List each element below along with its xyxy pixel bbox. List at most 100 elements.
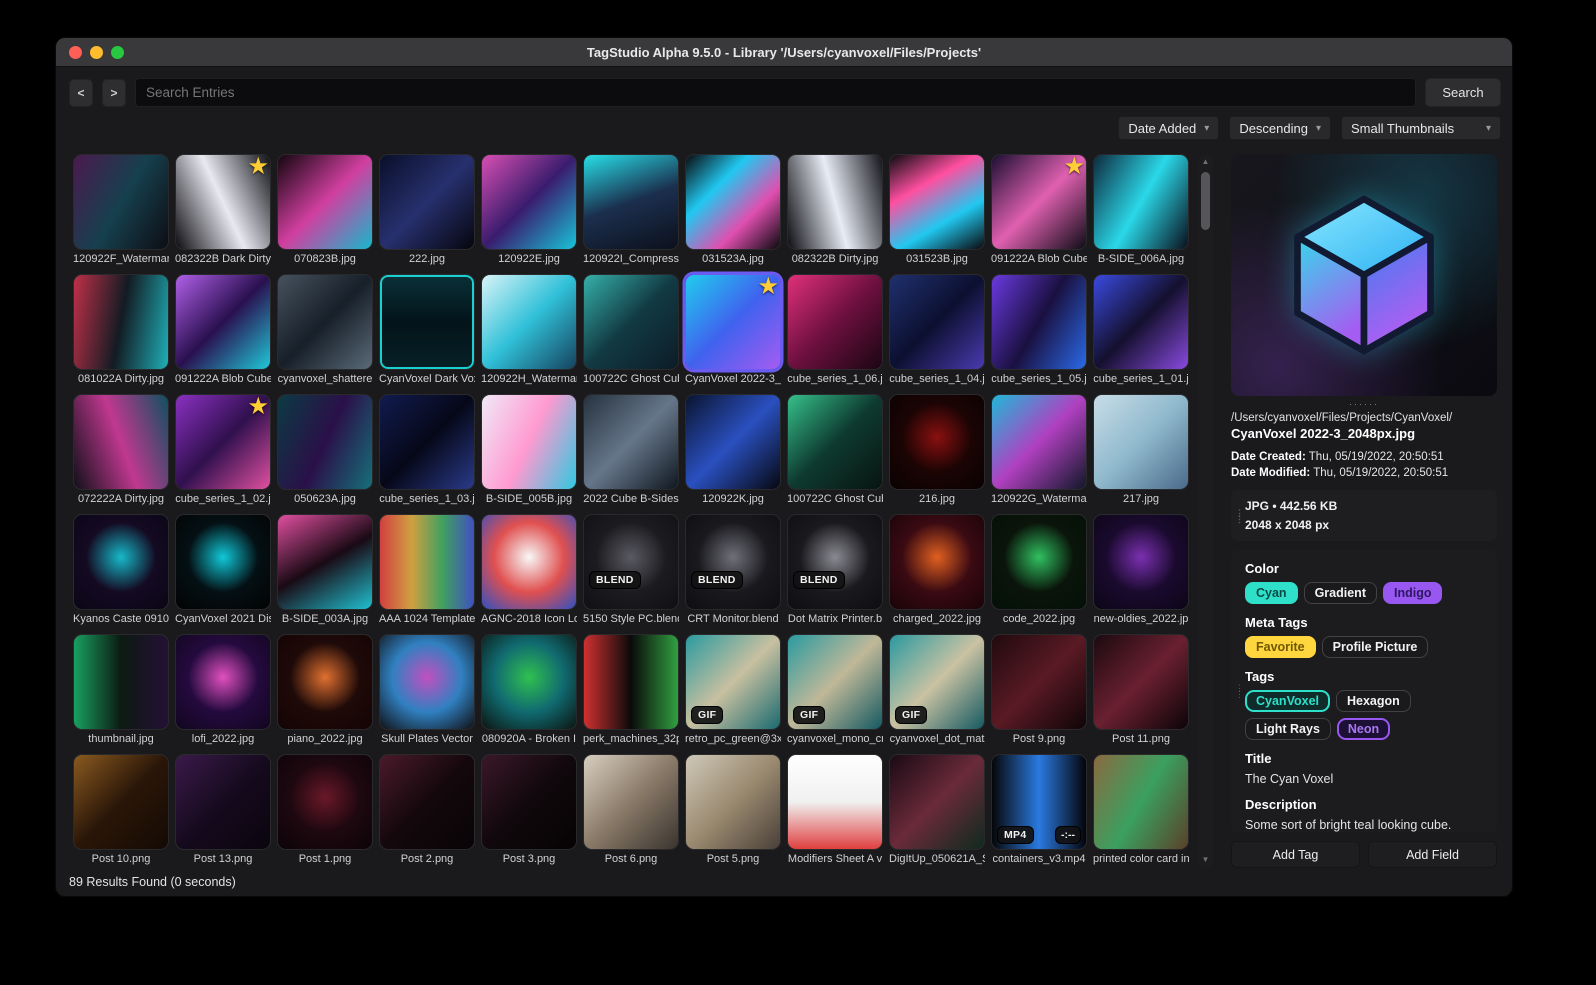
tag-chip[interactable]: CyanVoxel: [1245, 690, 1330, 713]
grid-item[interactable]: 081022A Dirty.jpg: [73, 274, 169, 387]
grid-item[interactable]: 100722C Ghost Cub: [583, 274, 679, 387]
grid-item[interactable]: 070823B.jpg: [277, 154, 373, 267]
thumbnail[interactable]: [1093, 754, 1189, 850]
thumbnail[interactable]: [277, 154, 373, 250]
minimize-window-icon[interactable]: [90, 46, 103, 59]
tag-chip[interactable]: Profile Picture: [1321, 636, 1429, 659]
thumbnail[interactable]: ★: [685, 274, 781, 370]
grid-item[interactable]: DigItUp_050621A_S: [889, 754, 985, 867]
thumbnail[interactable]: [481, 634, 577, 730]
thumbnail[interactable]: [277, 394, 373, 490]
thumbnail[interactable]: [685, 154, 781, 250]
grid-item[interactable]: Modifiers Sheet A v: [787, 754, 883, 867]
grid-item[interactable]: Post 1.png: [277, 754, 373, 867]
grid-item[interactable]: 120922E.jpg: [481, 154, 577, 267]
grid-item[interactable]: 091222A Blob Cube: [175, 274, 271, 387]
add-field-button[interactable]: Add Field: [1368, 841, 1497, 868]
thumbnail[interactable]: [583, 154, 679, 250]
back-button[interactable]: <: [69, 78, 93, 107]
title-value[interactable]: The Cyan Voxel: [1245, 772, 1485, 786]
thumbnail[interactable]: [175, 274, 271, 370]
thumbnail[interactable]: [685, 754, 781, 850]
thumbnail[interactable]: [379, 394, 475, 490]
grid-item[interactable]: Kyanos Caste 0910: [73, 514, 169, 627]
tag-chip[interactable]: Indigo: [1382, 582, 1443, 605]
grid-item[interactable]: thumbnail.jpg: [73, 634, 169, 747]
thumbnail[interactable]: [73, 754, 169, 850]
thumbnail[interactable]: [175, 754, 271, 850]
thumbnail[interactable]: [379, 754, 475, 850]
tag-chip[interactable]: Hexagon: [1336, 690, 1411, 713]
thumbnail[interactable]: [583, 394, 679, 490]
grid-item[interactable]: 120922F_Watermark: [73, 154, 169, 267]
thumbnail[interactable]: [379, 634, 475, 730]
thumbnail[interactable]: [787, 274, 883, 370]
thumbnail[interactable]: [277, 754, 373, 850]
thumbnail[interactable]: GIF: [787, 634, 883, 730]
thumbnail[interactable]: [889, 394, 985, 490]
grid-item[interactable]: BLEND Dot Matrix Printer.b: [787, 514, 883, 627]
scroll-down-icon[interactable]: ▼: [1202, 855, 1210, 865]
thumbnail[interactable]: [73, 154, 169, 250]
thumbnail[interactable]: [481, 154, 577, 250]
thumbnail[interactable]: [787, 754, 883, 850]
grid-item[interactable]: 222.jpg: [379, 154, 475, 267]
grid-item[interactable]: Post 3.png: [481, 754, 577, 867]
thumbnail[interactable]: [481, 514, 577, 610]
grid-item[interactable]: 031523A.jpg: [685, 154, 781, 267]
grid-item[interactable]: 2022 Cube B-Sides: [583, 394, 679, 507]
thumbnail[interactable]: MP4 -:--: [991, 754, 1087, 850]
thumbnail[interactable]: ★: [175, 154, 271, 250]
add-tag-button[interactable]: Add Tag: [1231, 841, 1360, 868]
thumbnail[interactable]: [991, 274, 1087, 370]
grid-item[interactable]: perk_machines_32p: [583, 634, 679, 747]
thumbnail[interactable]: [1093, 274, 1189, 370]
grid-item[interactable]: 050623A.jpg: [277, 394, 373, 507]
grid-item[interactable]: lofi_2022.jpg: [175, 634, 271, 747]
grid-item[interactable]: AGNC-2018 Icon Lo: [481, 514, 577, 627]
tag-chip[interactable]: Light Rays: [1245, 718, 1331, 741]
thumbnail[interactable]: [175, 514, 271, 610]
thumbnail[interactable]: [379, 274, 475, 370]
thumbnail[interactable]: [583, 634, 679, 730]
thumbnail[interactable]: ★: [175, 394, 271, 490]
tag-chip[interactable]: Gradient: [1303, 582, 1377, 605]
resize-handle-icon[interactable]: ······: [1231, 399, 1497, 409]
thumbnail[interactable]: [991, 394, 1087, 490]
thumbnail[interactable]: [583, 274, 679, 370]
grid-item[interactable]: 100722C Ghost Cub: [787, 394, 883, 507]
grid-item[interactable]: new-oldies_2022.jp: [1093, 514, 1189, 627]
thumbnail[interactable]: [73, 394, 169, 490]
thumbnail[interactable]: BLEND: [583, 514, 679, 610]
thumbnail[interactable]: [277, 634, 373, 730]
thumbnail[interactable]: [991, 634, 1087, 730]
grid-item[interactable]: CyanVoxel Dark Vox: [379, 274, 475, 387]
forward-button[interactable]: >: [102, 78, 126, 107]
thumbnail[interactable]: [889, 154, 985, 250]
grid-item[interactable]: MP4 -:-- containers_v3.mp4: [991, 754, 1087, 867]
tag-chip[interactable]: Cyan: [1245, 582, 1298, 605]
thumbnail[interactable]: [73, 274, 169, 370]
grid-item[interactable]: piano_2022.jpg: [277, 634, 373, 747]
thumbnail[interactable]: [787, 394, 883, 490]
grid-item[interactable]: charged_2022.jpg: [889, 514, 985, 627]
thumbnail[interactable]: [1093, 394, 1189, 490]
grid-item[interactable]: BLEND CRT Monitor.blend: [685, 514, 781, 627]
thumbnail[interactable]: [1093, 154, 1189, 250]
thumbnail[interactable]: [481, 274, 577, 370]
thumbnail[interactable]: [481, 394, 577, 490]
scrollbar-thumb[interactable]: [1201, 172, 1210, 230]
grid-scrollbar[interactable]: ▲ ▼: [1198, 154, 1213, 868]
thumbnail[interactable]: ★: [991, 154, 1087, 250]
grid-item[interactable]: 120922I_Compress: [583, 154, 679, 267]
grid-item[interactable]: GIF cyanvoxel_dot_mat: [889, 634, 985, 747]
grid-item[interactable]: cube_series_1_06.j: [787, 274, 883, 387]
grid-item[interactable]: BLEND 5150 Style PC.blend: [583, 514, 679, 627]
thumbnail[interactable]: [277, 274, 373, 370]
grid-item[interactable]: B-SIDE_006A.jpg: [1093, 154, 1189, 267]
thumbnail[interactable]: [787, 154, 883, 250]
thumbnail-size-dropdown[interactable]: Small Thumbnails ▾: [1341, 116, 1501, 140]
grid-item[interactable]: 031523B.jpg: [889, 154, 985, 267]
grid-item[interactable]: ★ cube_series_1_02.j: [175, 394, 271, 507]
grid-item[interactable]: Post 5.png: [685, 754, 781, 867]
